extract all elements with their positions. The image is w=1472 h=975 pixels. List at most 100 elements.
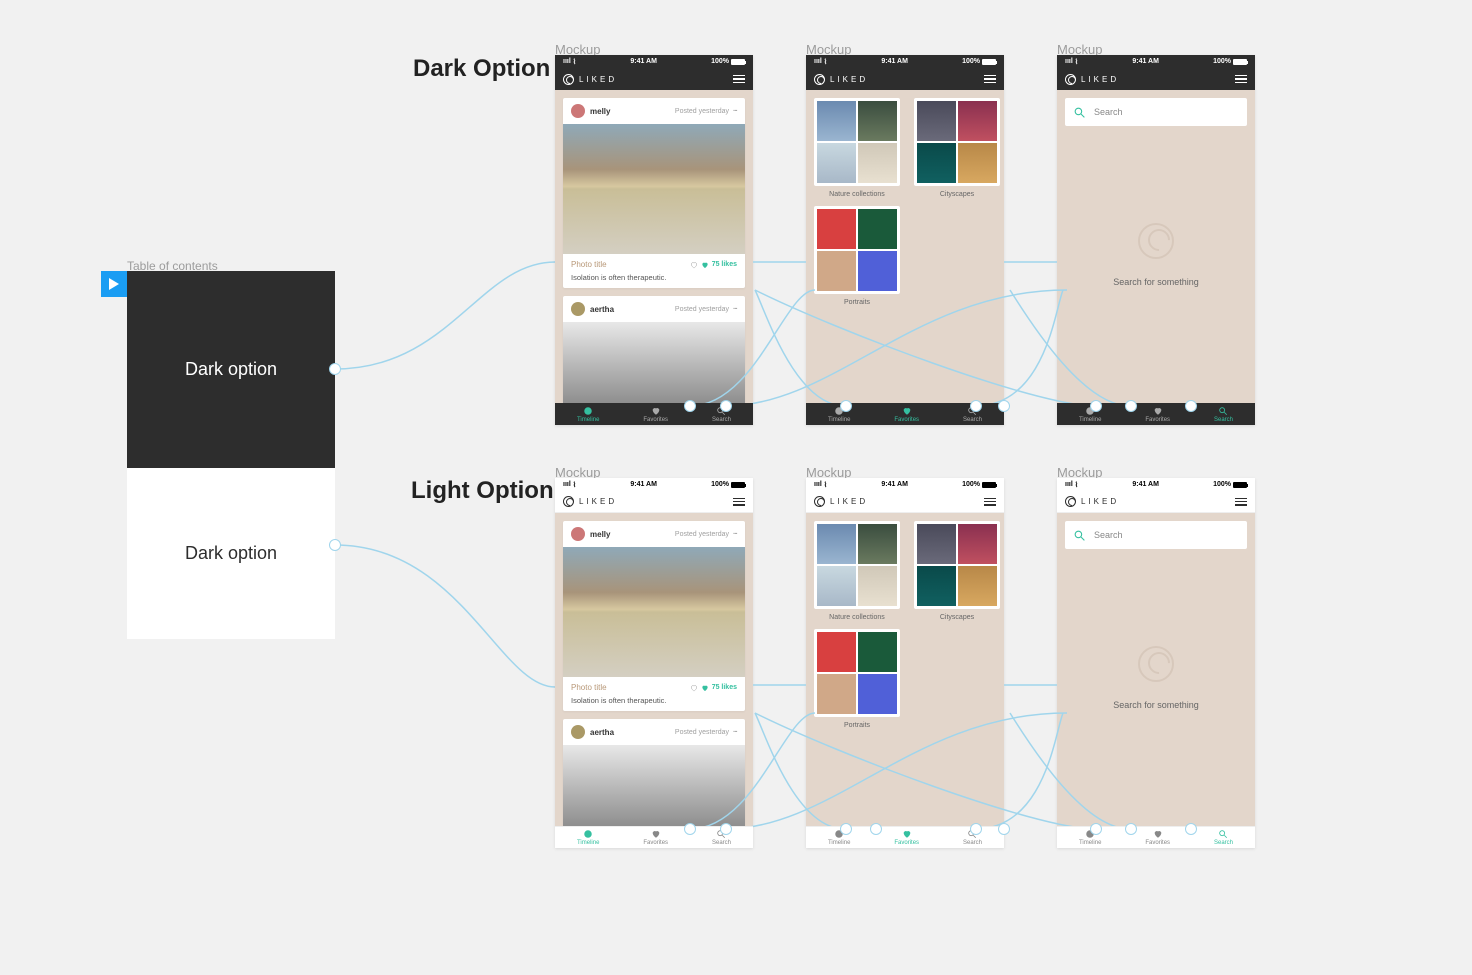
post-image[interactable] [563,745,745,826]
flow-node[interactable] [720,823,732,835]
more-icon[interactable]: ··· [733,108,737,115]
mockup-search-dark[interactable]: ıııl⌇ 9:41 AM 100% LIKED Search Search f… [1057,55,1255,425]
brand[interactable]: LIKED [814,74,868,85]
more-icon[interactable]: ··· [733,531,737,538]
tab-favorites[interactable]: Favorites [1145,406,1170,423]
collection-card[interactable] [814,521,900,609]
design-canvas[interactable]: Table of contents Dark option Dark optio… [0,0,1472,975]
menu-icon[interactable] [733,498,745,506]
menu-icon[interactable] [1235,498,1247,506]
search-body[interactable]: Search Search for something [1057,90,1255,403]
flow-node[interactable] [840,823,852,835]
username[interactable]: melly [590,107,610,116]
heart-icon [701,261,709,269]
toc-dark-option[interactable]: Dark option [127,271,335,468]
collection-card[interactable] [814,206,900,294]
flow-node[interactable] [329,539,341,551]
avatar[interactable] [571,302,585,316]
tab-favorites[interactable]: Favorites [643,406,668,423]
feed-body[interactable]: melly Posted yesterday··· Photo title 75… [555,513,753,826]
feed-card[interactable]: aertha Posted yesterday··· [563,719,745,826]
avatar[interactable] [571,527,585,541]
mockup-timeline-light[interactable]: ıııl⌇ 9:41 AM 100% LIKED melly Posted ye… [555,478,753,848]
flow-node[interactable] [329,363,341,375]
flow-node[interactable] [1185,823,1197,835]
username[interactable]: aertha [590,305,614,314]
toc-light-option[interactable]: Dark option [127,468,335,639]
flow-node[interactable] [840,400,852,412]
flow-node[interactable] [684,823,696,835]
post-image[interactable] [563,322,745,403]
menu-icon[interactable] [733,75,745,83]
mockup-favorites-dark[interactable]: ıııl⌇ 9:41 AM 100% LIKED Nature collecti… [806,55,1004,425]
post-desc: Isolation is often therapeutic. [571,696,737,705]
post-title: Photo title [571,260,607,269]
brand[interactable]: LIKED [814,496,868,507]
collection-card[interactable] [914,98,1000,186]
status-bar: ıııl⌇ 9:41 AM 100% [1057,55,1255,68]
tab-favorites[interactable]: Favorites [643,829,668,846]
like-count[interactable]: 75 likes [690,261,737,269]
app-bar: LIKED [806,491,1004,513]
brand-logo-icon [1065,496,1076,507]
mockup-favorites-light[interactable]: ıııl⌇ 9:41 AM 100% LIKED Nature collecti… [806,478,1004,848]
avatar[interactable] [571,104,585,118]
collections-body[interactable]: Nature collections Cityscapes Portraits [806,513,1004,826]
flow-node[interactable] [1125,823,1137,835]
collection-card[interactable] [914,521,1000,609]
feed-card[interactable]: aertha Posted yesterday··· [563,296,745,403]
flow-node[interactable] [970,823,982,835]
flow-node[interactable] [684,400,696,412]
flow-node[interactable] [1125,400,1137,412]
username[interactable]: melly [590,530,610,539]
search-icon [1218,829,1228,839]
brand[interactable]: LIKED [1065,496,1119,507]
flow-node[interactable] [970,400,982,412]
tab-favorites[interactable]: Favorites [894,829,919,846]
tab-favorites[interactable]: Favorites [1145,829,1170,846]
flow-node[interactable] [1090,400,1102,412]
flow-node[interactable] [870,823,882,835]
tab-search[interactable]: Search [1214,406,1233,423]
tab-timeline[interactable]: Timeline [577,406,599,423]
avatar[interactable] [571,725,585,739]
tab-timeline[interactable]: Timeline [577,829,599,846]
search-input[interactable]: Search [1065,521,1247,549]
flow-node[interactable] [720,400,732,412]
like-count[interactable]: 75 likes [690,684,737,692]
menu-icon[interactable] [984,498,996,506]
app-bar: LIKED [1057,68,1255,90]
search-body[interactable]: Search Search for something [1057,513,1255,826]
mockup-timeline-dark[interactable]: ıııl⌇ 9:41 AM 100% LIKED melly Posted ye… [555,55,753,425]
post-image[interactable] [563,124,745,254]
flow-node[interactable] [1185,400,1197,412]
battery-icon [982,482,996,488]
feed-card[interactable]: melly Posted yesterday··· Photo title 75… [563,98,745,288]
more-icon[interactable]: ··· [733,729,737,736]
brand[interactable]: LIKED [563,496,617,507]
battery-pct: 100% [711,58,729,65]
collection-card[interactable] [814,98,900,186]
flow-node[interactable] [998,823,1010,835]
collections-body[interactable]: Nature collections Cityscapes Portraits [806,90,1004,403]
brand[interactable]: LIKED [563,74,617,85]
app-bar: LIKED [806,68,1004,90]
feed-body[interactable]: melly Posted yesterday··· Photo title 75… [555,90,753,403]
brand[interactable]: LIKED [1065,74,1119,85]
play-button[interactable] [101,271,127,297]
username[interactable]: aertha [590,728,614,737]
post-image[interactable] [563,547,745,677]
tab-search[interactable]: Search [1214,829,1233,846]
flow-node[interactable] [1090,823,1102,835]
search-input[interactable]: Search [1065,98,1247,126]
menu-icon[interactable] [1235,75,1247,83]
more-icon[interactable]: ··· [733,306,737,313]
feed-card[interactable]: melly Posted yesterday··· Photo title 75… [563,521,745,711]
row-title-dark: Dark Option [413,55,550,83]
menu-icon[interactable] [984,75,996,83]
tab-favorites[interactable]: Favorites [894,406,919,423]
collection-card[interactable] [814,629,900,717]
mockup-search-light[interactable]: ıııl⌇ 9:41 AM 100% LIKED Search Search f… [1057,478,1255,848]
flow-node[interactable] [998,400,1010,412]
toc-frame[interactable]: Dark option Dark option [127,271,335,639]
